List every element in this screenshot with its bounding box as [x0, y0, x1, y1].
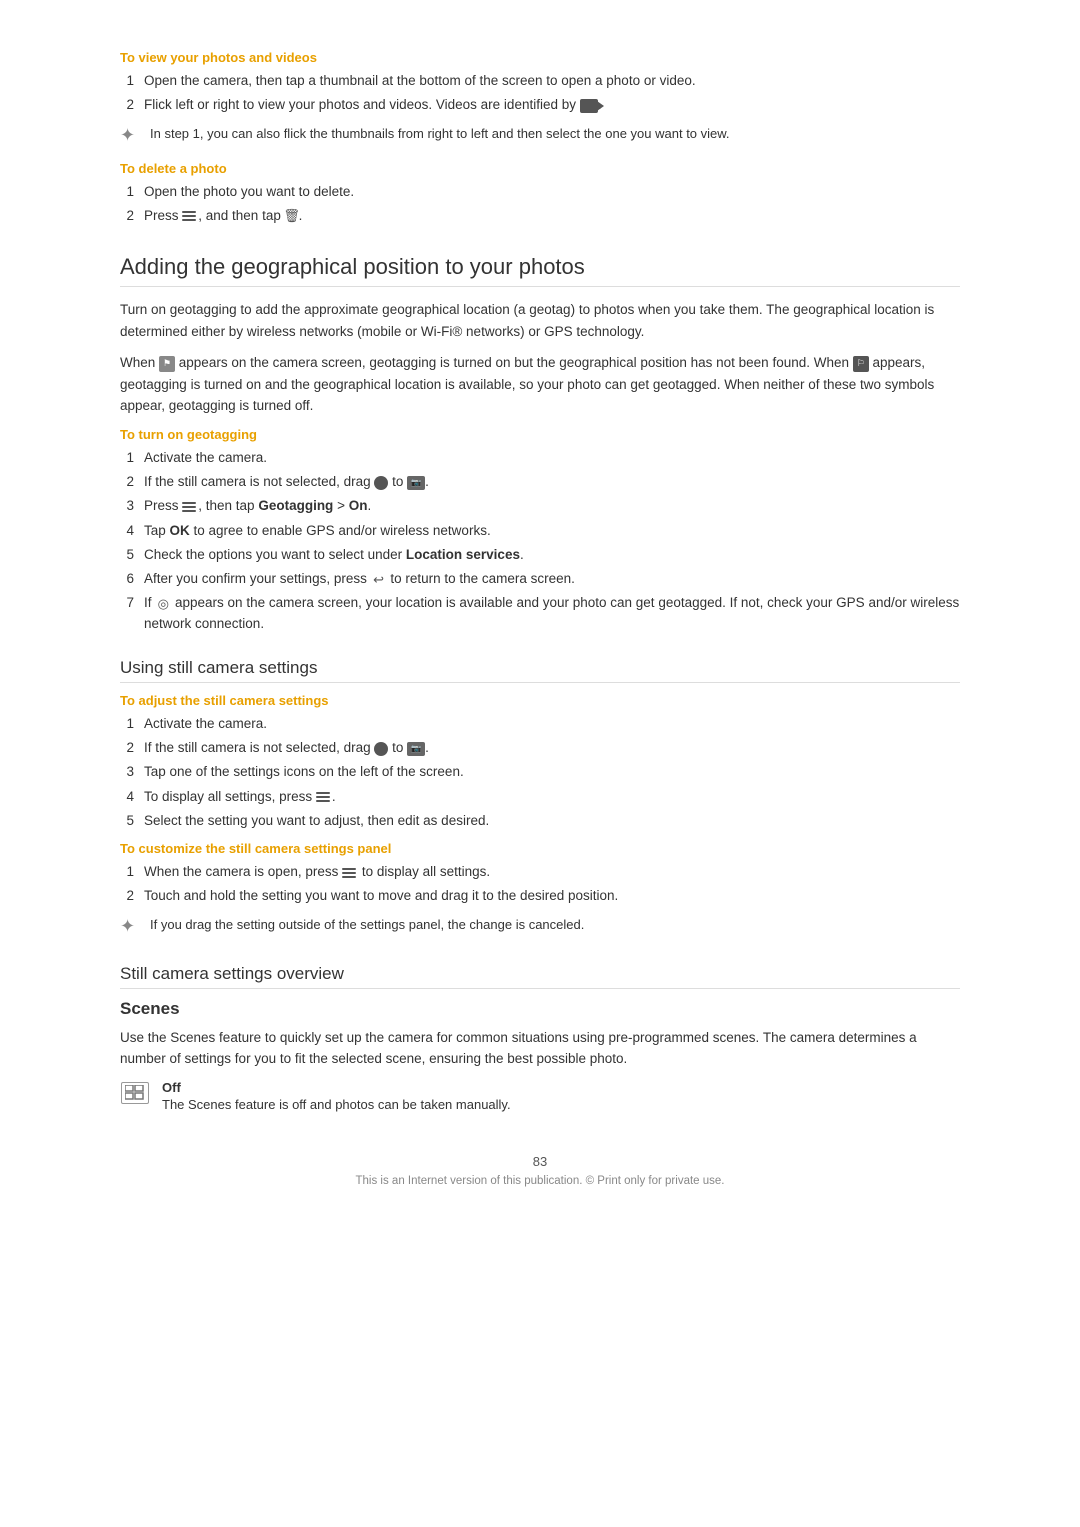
view-photos-steps: 1 Open the camera, then tap a thumbnail …: [120, 71, 960, 116]
scenes-off-desc: The Scenes feature is off and photos can…: [162, 1095, 511, 1115]
location-icon: ◎: [155, 596, 171, 612]
adjust-step-3: 3 Tap one of the settings icons on the l…: [120, 762, 960, 782]
geo-step-3: 3 Press , then tap Geotagging > On.: [120, 496, 960, 516]
geo-body1: Turn on geotagging to add the approximat…: [120, 299, 960, 342]
adjust-step-4: 4 To display all settings, press .: [120, 787, 960, 807]
still-camera-tip: ✦ If you drag the setting outside of the…: [120, 915, 960, 940]
trash-icon: 🗑: [285, 208, 299, 224]
geo-step-4: 4 Tap OK to agree to enable GPS and/or w…: [120, 521, 960, 541]
still-icon: [374, 476, 388, 490]
view-photos-tip: ✦ In step 1, you can also flick the thum…: [120, 124, 960, 149]
still-camera-sub-heading: Using still camera settings: [120, 658, 960, 683]
footer-note: This is an Internet version of this publ…: [120, 1175, 960, 1187]
scenes-off-icon: [121, 1082, 149, 1104]
geo-step-5: 5 Check the options you want to select u…: [120, 545, 960, 565]
scenes-item-off: Off The Scenes feature is off and photos…: [120, 1080, 960, 1115]
geo-main-heading: Adding the geographical position to your…: [120, 254, 960, 287]
geo-step-1: 1 Activate the camera.: [120, 448, 960, 468]
customize-step-1: 1 When the camera is open, press to disp…: [120, 862, 960, 882]
scenes-off-label: Off: [162, 1080, 511, 1095]
geo-found-icon: ⚐: [853, 356, 869, 372]
overview-section: Still camera settings overview: [120, 964, 960, 989]
scenes-heading: Scenes: [120, 999, 960, 1019]
page-number: 83: [120, 1154, 960, 1169]
customize-still-heading: To customize the still camera settings p…: [120, 841, 960, 856]
turn-on-geo-steps: 1 Activate the camera. 2 If the still ca…: [120, 448, 960, 634]
menu-icon: [182, 210, 198, 222]
video-icon: [580, 99, 598, 113]
customize-step-2: 2 Touch and hold the setting you want to…: [120, 886, 960, 906]
view-photos-step-2: 2 Flick left or right to view your photo…: [120, 95, 960, 115]
back-icon: ↩: [371, 573, 387, 587]
geo-step-6: 6 After you confirm your settings, press…: [120, 569, 960, 589]
tip-icon-2: ✦: [120, 913, 140, 940]
customize-still-steps: 1 When the camera is open, press to disp…: [120, 862, 960, 907]
geo-section: Adding the geographical position to your…: [120, 254, 960, 417]
geo-step-2: 2 If the still camera is not selected, d…: [120, 472, 960, 492]
menu-icon-2: [182, 501, 198, 513]
view-photos-heading: To view your photos and videos: [120, 50, 960, 65]
adjust-step-2: 2 If the still camera is not selected, d…: [120, 738, 960, 758]
delete-photo-heading: To delete a photo: [120, 161, 960, 176]
geo-searching-icon: ⚑: [159, 356, 175, 372]
adjust-step-1: 1 Activate the camera.: [120, 714, 960, 734]
adjust-still-heading: To adjust the still camera settings: [120, 693, 960, 708]
page-footer: 83 This is an Internet version of this p…: [120, 1154, 960, 1187]
still-icon-2: [374, 742, 388, 756]
view-photos-section: To view your photos and videos 1 Open th…: [120, 50, 960, 149]
delete-step-2: 2 Press , and then tap 🗑.: [120, 206, 960, 226]
delete-photo-section: To delete a photo 1 Open the photo you w…: [120, 161, 960, 227]
adjust-step-5: 5 Select the setting you want to adjust,…: [120, 811, 960, 831]
camera-mode-icon: 📷: [407, 476, 425, 490]
scenes-grid-svg: [125, 1085, 145, 1101]
geo-body2: When ⚑ appears on the camera screen, geo…: [120, 352, 960, 417]
turn-on-geo-section: To turn on geotagging 1 Activate the cam…: [120, 427, 960, 634]
menu-icon-4: [342, 867, 358, 879]
overview-sub-heading: Still camera settings overview: [120, 964, 960, 989]
view-photos-step-1: 1 Open the camera, then tap a thumbnail …: [120, 71, 960, 91]
scenes-body: Use the Scenes feature to quickly set up…: [120, 1027, 960, 1070]
adjust-still-steps: 1 Activate the camera. 2 If the still ca…: [120, 714, 960, 831]
tip-icon: ✦: [120, 122, 140, 149]
still-camera-section: Using still camera settings To adjust th…: [120, 658, 960, 940]
camera-mode-icon-2: 📷: [407, 742, 425, 756]
delete-step-1: 1 Open the photo you want to delete.: [120, 182, 960, 202]
scenes-section: Scenes Use the Scenes feature to quickly…: [120, 999, 960, 1115]
delete-photo-steps: 1 Open the photo you want to delete. 2 P…: [120, 182, 960, 227]
turn-on-geo-heading: To turn on geotagging: [120, 427, 960, 442]
menu-icon-3: [316, 791, 332, 803]
geo-step-7: 7 If ◎ appears on the camera screen, you…: [120, 593, 960, 634]
